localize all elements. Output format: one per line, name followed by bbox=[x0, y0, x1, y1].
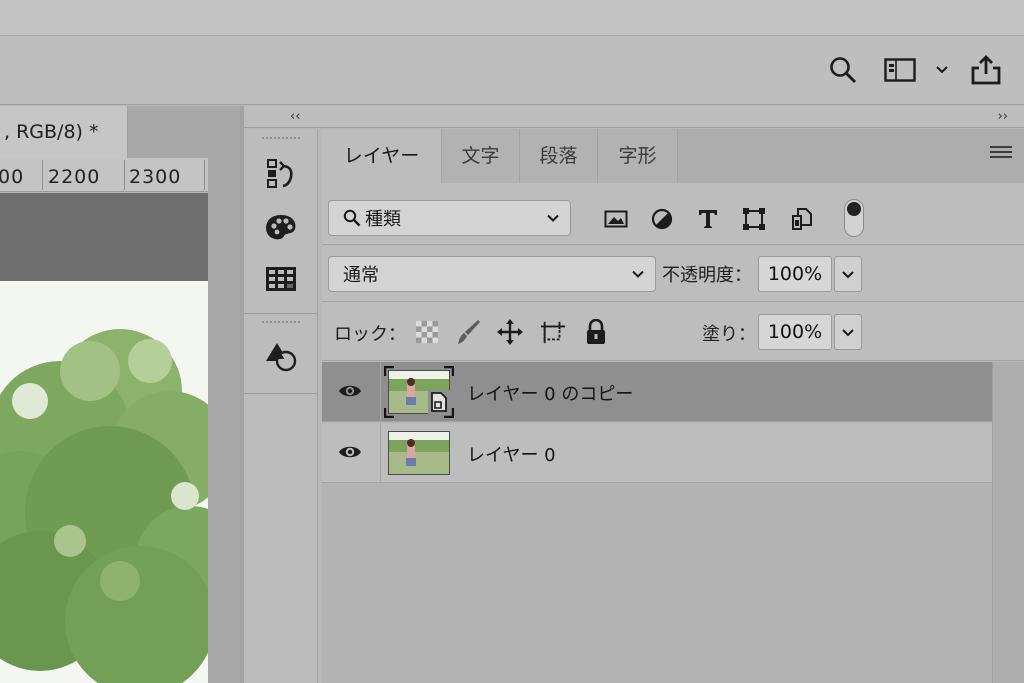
smart-object-badge-icon bbox=[428, 390, 450, 414]
chevron-down-icon bbox=[842, 328, 854, 336]
fill-slider-button[interactable] bbox=[834, 314, 862, 350]
panel-grip[interactable] bbox=[262, 321, 300, 327]
filter-kind-label: 種類 bbox=[365, 209, 401, 230]
layer-name[interactable]: レイヤー 0 のコピー bbox=[467, 380, 633, 406]
document-tab[interactable]: , RGB/8) * bbox=[0, 106, 128, 158]
layers-scrollbar[interactable] bbox=[992, 362, 1024, 683]
search-icon bbox=[343, 209, 361, 227]
share-icon[interactable] bbox=[968, 52, 1004, 88]
type-filter-icon[interactable] bbox=[694, 207, 722, 231]
blend-mode-label: 通常 bbox=[343, 265, 379, 286]
horizontal-ruler[interactable]: 00 2200 2300 bbox=[0, 158, 208, 192]
menu-strip bbox=[0, 0, 1024, 36]
ruler-tick: 2200 bbox=[48, 166, 101, 188]
layer-row[interactable]: レイヤー 0 のコピー bbox=[322, 362, 992, 422]
lock-row: ロック： 塗り： 100% bbox=[322, 303, 1024, 361]
layer-filter-row: 種類 bbox=[322, 183, 1024, 245]
smart-object-filter-icon[interactable] bbox=[788, 207, 816, 231]
tab-glyphs[interactable]: 字形 bbox=[598, 129, 678, 183]
fill-value: 100% bbox=[767, 321, 823, 343]
filter-toggle[interactable] bbox=[844, 199, 864, 237]
layers-panel: レイヤー 文字 段落 字形 種類 通常 不透明度： 100% ロック： 塗り： … bbox=[322, 129, 1024, 683]
filter-kind-dropdown[interactable]: 種類 bbox=[328, 200, 571, 236]
collapse-right-button[interactable]: ›› bbox=[998, 109, 1008, 124]
adjustment-filter-icon[interactable] bbox=[648, 207, 676, 231]
panel-separator bbox=[244, 393, 318, 394]
layer-thumbnail[interactable] bbox=[388, 431, 450, 475]
tab-layers[interactable]: レイヤー bbox=[322, 129, 442, 183]
tab-paragraph[interactable]: 段落 bbox=[520, 129, 598, 183]
tab-bar-empty bbox=[128, 106, 240, 158]
ruler-mark bbox=[124, 160, 125, 190]
panel-grip[interactable] bbox=[262, 137, 300, 143]
search-icon[interactable] bbox=[826, 52, 860, 88]
history-icon[interactable] bbox=[262, 155, 300, 191]
layer-row[interactable]: レイヤー 0 bbox=[322, 423, 992, 483]
filter-toggle-knob bbox=[847, 202, 861, 216]
ruler-tick: 2300 bbox=[129, 166, 182, 188]
layer-name[interactable]: レイヤー 0 bbox=[467, 441, 556, 467]
blend-row: 通常 不透明度： 100% bbox=[322, 246, 1024, 302]
ruler-mark bbox=[204, 160, 205, 190]
canvas-image[interactable] bbox=[0, 281, 208, 683]
fill-field[interactable]: 100% bbox=[758, 314, 832, 350]
ruler-tick: 00 bbox=[0, 166, 25, 188]
document-tab-title: , RGB/8) * bbox=[4, 121, 99, 143]
ruler-mark bbox=[42, 160, 43, 190]
fill-label: 塗り： bbox=[702, 324, 756, 345]
panel-dock-header: ‹‹ ›› bbox=[244, 106, 1024, 128]
row-separator bbox=[380, 423, 381, 483]
opacity-slider-button[interactable] bbox=[834, 256, 862, 292]
lock-position-icon[interactable] bbox=[497, 319, 523, 345]
canvas-pasteboard bbox=[0, 193, 208, 281]
chevron-down-icon bbox=[842, 270, 854, 278]
lock-artboard-icon[interactable] bbox=[540, 319, 566, 345]
opacity-value: 100% bbox=[767, 263, 823, 285]
lock-transparent-icon[interactable] bbox=[414, 319, 440, 345]
layers-list: レイヤー 0 のコピー レイヤー 0 bbox=[322, 362, 1024, 683]
collapsed-panels-column bbox=[244, 129, 318, 683]
collapse-left-button[interactable]: ‹‹ bbox=[290, 109, 300, 124]
panel-menu-icon[interactable] bbox=[990, 146, 1012, 164]
lock-label: ロック： bbox=[334, 324, 406, 345]
lock-all-icon[interactable] bbox=[583, 319, 609, 345]
tab-character[interactable]: 文字 bbox=[442, 129, 520, 183]
chevron-down-icon[interactable] bbox=[932, 52, 952, 88]
color-palette-icon[interactable] bbox=[262, 209, 300, 245]
row-separator bbox=[380, 362, 381, 422]
chevron-down-icon bbox=[547, 214, 559, 222]
shapes-icon[interactable] bbox=[262, 339, 300, 375]
eye-icon[interactable] bbox=[338, 381, 362, 401]
swatches-icon[interactable] bbox=[262, 261, 300, 297]
blend-mode-dropdown[interactable]: 通常 bbox=[328, 256, 656, 292]
opacity-label: 不透明度： bbox=[662, 265, 752, 286]
panel-tabs: レイヤー 文字 段落 字形 bbox=[322, 129, 1024, 183]
image-filter-icon[interactable] bbox=[602, 207, 630, 231]
canvas-scroll-area bbox=[208, 158, 240, 683]
lock-paint-icon[interactable] bbox=[456, 319, 482, 345]
panel-separator bbox=[244, 313, 318, 314]
workspace-icon[interactable] bbox=[882, 52, 918, 88]
options-bar bbox=[0, 37, 1024, 105]
chevron-down-icon bbox=[632, 270, 644, 278]
opacity-field[interactable]: 100% bbox=[758, 256, 832, 292]
tree-photo bbox=[0, 281, 208, 683]
app-top-bar bbox=[0, 0, 1024, 105]
shape-filter-icon[interactable] bbox=[740, 207, 768, 231]
eye-icon[interactable] bbox=[338, 442, 362, 462]
